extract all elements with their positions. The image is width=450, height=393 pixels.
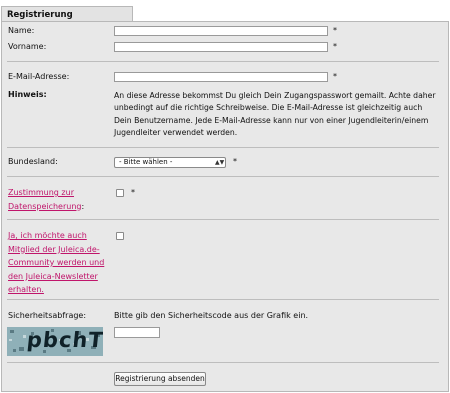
mitglied-checkbox[interactable] [116,232,124,240]
name-input[interactable] [114,26,328,36]
name-label: Name: [8,26,35,35]
zustimmung-label[interactable]: Zustimmung zur Datenspeicherung: [8,186,84,213]
divider [7,219,439,220]
zustimmung-colon: : [81,201,85,211]
bundesland-required-mark: * [233,157,237,166]
mitglied-link-line-3[interactable]: Community werden und [8,258,104,267]
divider [7,176,439,177]
mitglied-label[interactable]: Ja, ich möchte auch Mitglied der Juleica… [8,229,104,297]
vorname-label: Vorname: [8,42,47,51]
email-required-mark: * [333,72,337,81]
bundesland-select[interactable]: - Bitte wählen - ▲▼ [114,157,226,168]
sicherheit-label: Sicherheitsabfrage: [8,311,87,320]
mitglied-link-line-4[interactable]: den Juleica-Newsletter [8,272,98,281]
zustimmung-link-line-2[interactable]: Datenspeicherung [8,202,81,211]
email-label: E-Mail-Adresse: [8,72,70,81]
captcha-input[interactable] [114,327,160,338]
email-input[interactable] [114,72,328,82]
name-required-mark: * [333,26,337,35]
zustimmung-link-line-1[interactable]: Zustimmung zur [8,188,74,197]
divider [7,362,439,363]
vorname-required-mark: * [333,42,337,51]
divider [7,147,439,148]
captcha-text: pbchT [25,328,103,352]
registrierung-tab: Registrierung [1,6,133,22]
bundesland-selected-value: - Bitte wählen - [119,158,173,166]
zustimmung-checkbox[interactable] [116,189,124,197]
submit-button[interactable]: Registrierung absenden [114,372,206,386]
mitglied-link-line-5[interactable]: erhalten. [8,285,44,294]
updown-arrows-icon: ▲▼ [215,159,225,166]
vorname-input[interactable] [114,42,328,52]
sicherheit-text: Bitte gib den Sicherheitscode aus der Gr… [114,311,309,320]
hinweis-text: An diese Adresse bekommst Du gleich Dein… [114,91,436,137]
zustimmung-required-mark: * [131,188,135,197]
mitglied-link-line-2[interactable]: Mitglied der Juleica.de- [8,245,100,254]
hinweis-label: Hinweis: [8,90,47,99]
bundesland-label: Bundesland: [8,157,58,166]
captcha-image: pbchT [7,327,103,356]
mitglied-link-line-1[interactable]: Ja, ich möchte auch [8,231,87,240]
divider [7,299,439,300]
divider [7,61,439,62]
